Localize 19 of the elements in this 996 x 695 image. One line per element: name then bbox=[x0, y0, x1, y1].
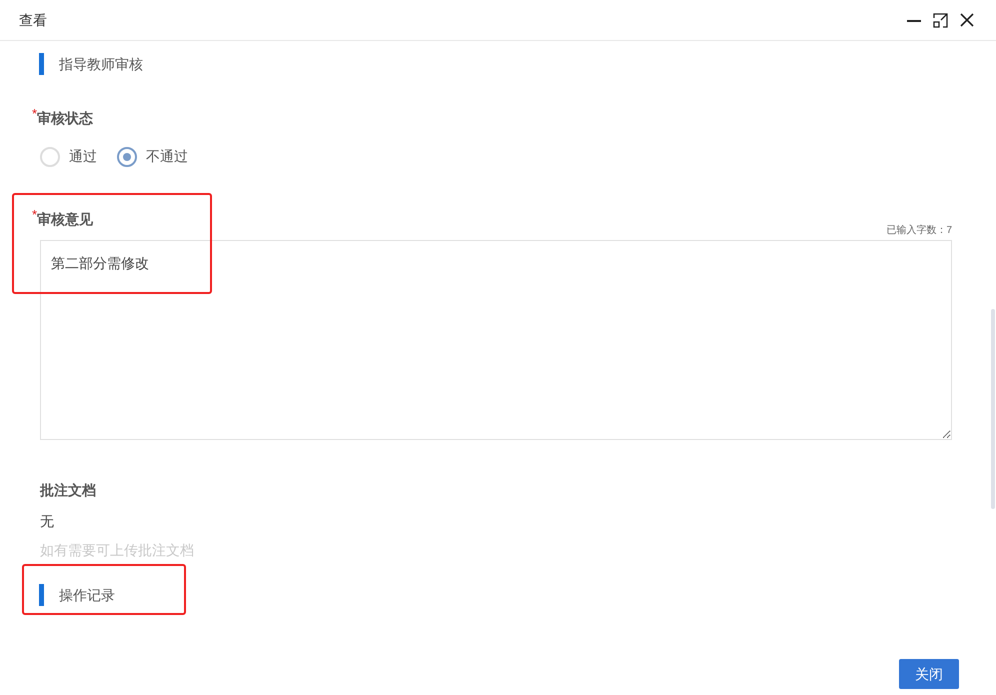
field-value: 无 bbox=[40, 512, 55, 531]
field-label: 审核意见 bbox=[37, 210, 94, 229]
character-counter: 已输入字数：7 bbox=[886, 224, 952, 238]
section-title: 指导教师审核 bbox=[59, 54, 143, 74]
review-comment-field[interactable]: 第二部分需修改 bbox=[40, 240, 952, 440]
scrollbar-thumb[interactable] bbox=[991, 309, 995, 509]
maximize-icon[interactable] bbox=[933, 12, 948, 28]
required-mark: * bbox=[32, 108, 38, 120]
close-button[interactable]: 关闭 bbox=[899, 659, 959, 689]
field-label: 审核状态 bbox=[37, 109, 94, 128]
section-marker bbox=[39, 584, 44, 606]
radio-option[interactable]: 通过 bbox=[40, 146, 97, 167]
window-title: 查看 bbox=[19, 10, 47, 30]
radio-option[interactable]: 不通过 bbox=[117, 146, 188, 167]
section-title: 操作记录 bbox=[59, 586, 115, 604]
section-marker bbox=[39, 53, 44, 75]
required-mark: * bbox=[32, 209, 38, 221]
close-icon[interactable] bbox=[960, 13, 974, 27]
field-label: 批注文档 bbox=[40, 481, 97, 500]
